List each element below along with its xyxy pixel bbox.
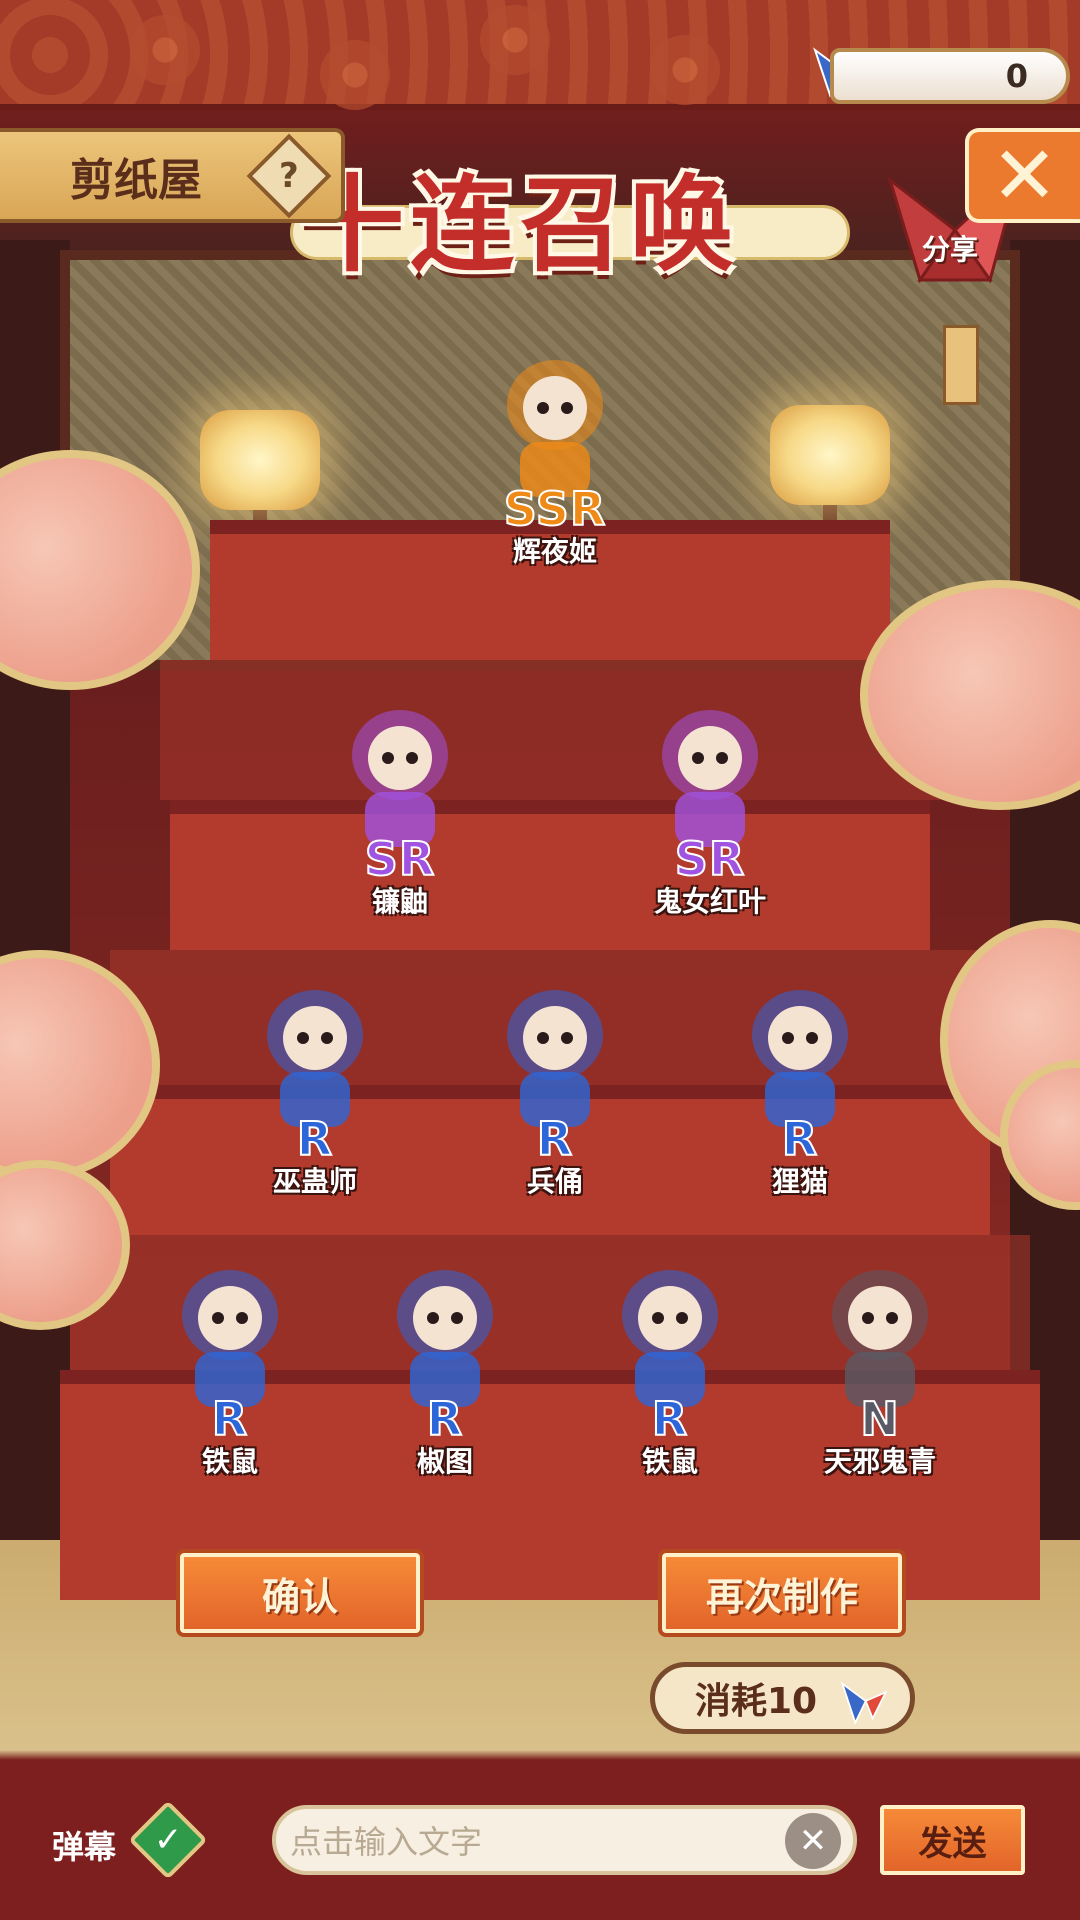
rarity-badge: R [651,1391,689,1447]
danmu-label: 弹幕 [52,1828,117,1866]
shikigami-figure [610,1260,730,1410]
share-label[interactable]: 分享 [922,228,978,268]
confirm-button[interactable]: 确认 [176,1549,424,1637]
input-placeholder: 点击输入文字 [290,1823,483,1861]
currency-value: 0 [1005,57,1028,95]
hanging-tag [943,325,979,405]
clear-icon: ✕ [798,1821,828,1861]
flower-pattern [320,40,390,110]
shikigami-card[interactable]: R 狸猫 [700,960,900,1198]
shikigami-name: 铁鼠 [641,1445,698,1478]
shikigami-figure [495,980,615,1130]
shikigami-figure [820,1260,940,1410]
rarity-badge: SR [364,831,436,887]
shikigami-figure [650,700,770,850]
shikigami-name: 狸猫 [771,1165,828,1198]
currency-counter: 0 [830,48,1070,104]
shikigami-name: 铁鼠 [201,1445,258,1478]
shikigami-card[interactable]: R 铁鼠 [130,1240,330,1478]
stair-riser [160,660,940,800]
rarity-badge: R [536,1111,574,1167]
shikigami-figure [255,980,375,1130]
cost-indicator: 消耗10 [650,1662,915,1734]
clear-input-button[interactable]: ✕ [785,1813,841,1869]
close-button[interactable]: ✕ [965,128,1080,223]
help-icon[interactable]: ? [246,133,332,219]
shikigami-name: 天邪鬼青 [823,1445,936,1478]
shikigami-card[interactable]: R 铁鼠 [570,1240,770,1478]
shikigami-card[interactable]: SR 鬼女红叶 [610,680,810,918]
shikigami-figure [495,350,615,500]
flower-pattern [650,35,720,105]
close-icon: ✕ [990,128,1059,222]
shikigami-name: 椒图 [416,1445,473,1478]
stair-step-2 [170,800,930,950]
shop-tab: 剪纸屋 ? [0,128,345,223]
shikigami-card[interactable]: R 巫蛊师 [215,960,415,1198]
shikigami-card[interactable]: N 天邪鬼青 [780,1240,980,1478]
danmu-input[interactable]: 点击输入文字 [272,1805,857,1875]
flower-pattern [480,5,550,75]
shop-title: 剪纸屋 [70,154,202,206]
shikigami-card[interactable]: R 椒图 [345,1240,545,1478]
rarity-badge: N [859,1391,900,1447]
rarity-badge: SSR [503,481,607,537]
rarity-badge: R [211,1391,249,1447]
rarity-badge: R [781,1111,819,1167]
summon-title: 十连召唤 [300,164,741,286]
summon-again-button[interactable]: 再次制作 [658,1549,906,1637]
rarity-badge: SR [674,831,746,887]
shikigami-name: 镰鼬 [371,885,428,918]
shikigami-figure [385,1260,505,1410]
shikigami-name: 巫蛊师 [272,1165,357,1198]
rarity-badge: R [426,1391,464,1447]
shikigami-card[interactable]: R 兵俑 [455,960,655,1198]
shikigami-figure [740,980,860,1130]
shikigami-name: 鬼女红叶 [653,885,766,918]
cost-label: 消耗10 [695,1681,818,1722]
shikigami-figure [340,700,460,850]
shikigami-figure [170,1260,290,1410]
lantern-left [200,410,320,510]
check-icon: ✓ [153,1820,183,1860]
shikigami-name: 辉夜姬 [512,535,597,568]
rarity-badge: R [296,1111,334,1167]
flower-pattern [130,15,200,85]
shikigami-card[interactable]: SSR 辉夜姬 [455,330,655,568]
send-button[interactable]: 发送 [880,1805,1025,1875]
paper-crane-icon [840,1681,888,1725]
shikigami-name: 兵俑 [526,1165,583,1198]
lantern-right [770,405,890,505]
shikigami-card[interactable]: SR 镰鼬 [300,680,500,918]
